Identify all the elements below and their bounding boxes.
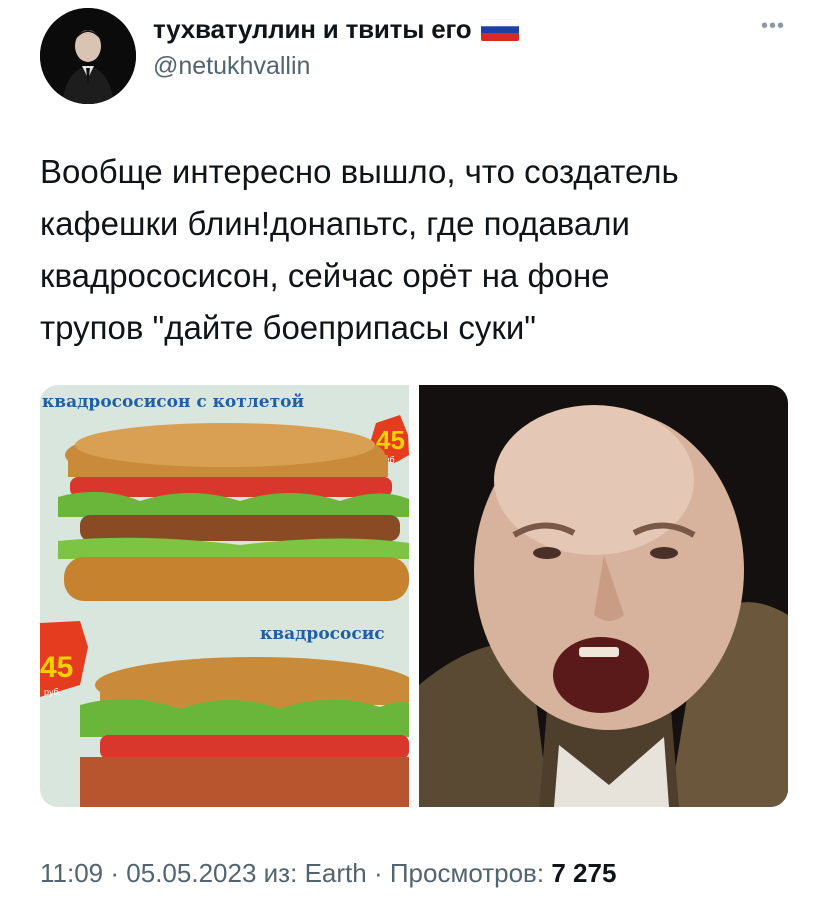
display-name[interactable]: тухватуллин и твиты его <box>153 14 472 45</box>
burger-menu-image: квадрососисон с котлетой 45 руб. квадрос… <box>40 385 409 807</box>
price-label-left: 45 <box>40 651 73 684</box>
avatar-portrait <box>40 8 136 104</box>
user-handle[interactable]: @netukhvallin <box>153 52 310 81</box>
source-label: Earth <box>304 858 367 888</box>
views-count: 7 275 <box>551 858 617 888</box>
shouting-man-image <box>419 385 788 807</box>
media-image-burgers[interactable]: квадрососисон с котлетой 45 руб. квадрос… <box>40 385 409 807</box>
tweet-meta: 11:09 · 05.05.2023 из: Earth · Просмотро… <box>40 858 616 889</box>
russia-flag-icon <box>481 18 520 41</box>
tweet-time[interactable]: 11:09 <box>40 858 103 888</box>
tweet-text: Вообще интересно вышло, что создатель ка… <box>40 153 679 346</box>
source-prefix: из: <box>263 858 298 888</box>
more-dots-icon[interactable]: ••• <box>761 16 785 36</box>
views-label: Просмотров: <box>389 858 545 888</box>
separator: · <box>373 858 383 888</box>
menu-caption-top: квадрососисон с котлетой <box>42 392 304 412</box>
menu-caption-mid: квадрососис <box>260 624 385 644</box>
avatar[interactable] <box>40 8 136 104</box>
media-gallery: квадрососисон с котлетой 45 руб. квадрос… <box>40 385 788 807</box>
currency-label-left: руб. <box>44 687 61 697</box>
tweet-date[interactable]: 05.05.2023 <box>126 858 256 888</box>
name-row: тухватуллин и твиты его <box>153 14 520 45</box>
separator: · <box>110 858 120 888</box>
media-image-portrait[interactable] <box>419 385 788 807</box>
